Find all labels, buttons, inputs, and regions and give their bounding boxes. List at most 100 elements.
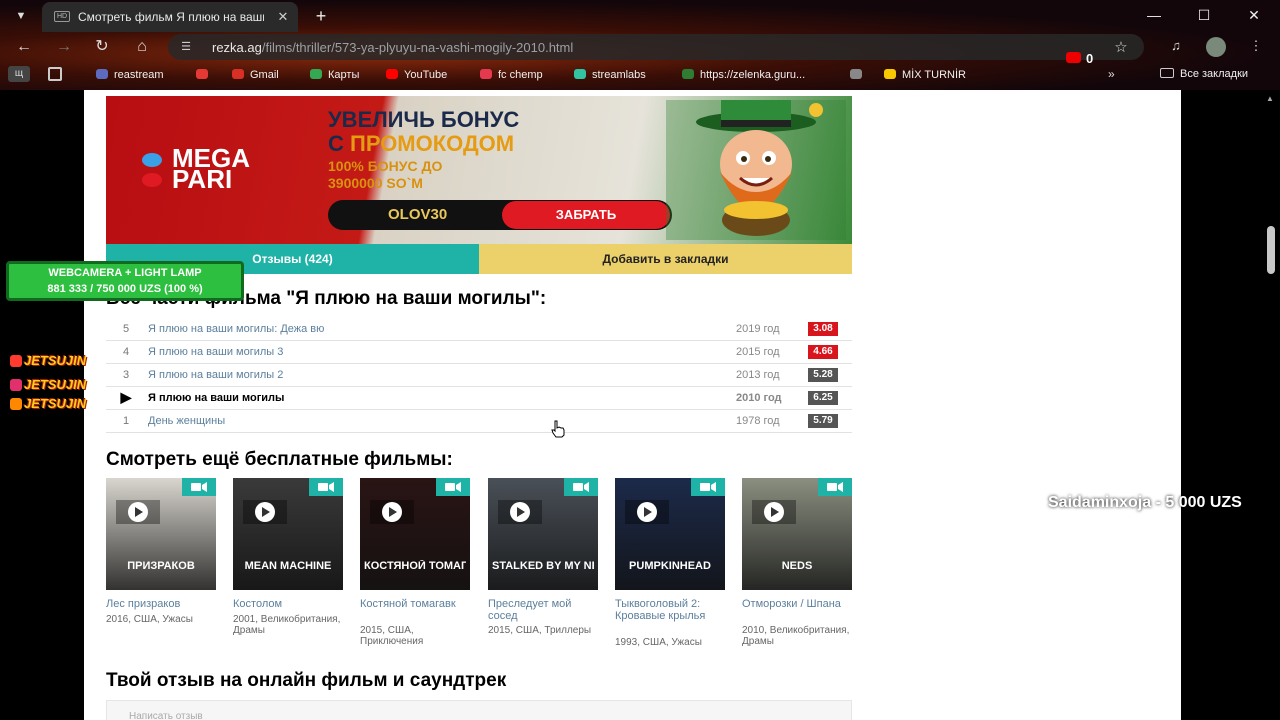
home-icon[interactable]: ⌂ — [130, 36, 154, 58]
franchise-part-number: 4 — [122, 346, 130, 358]
bookmark-item[interactable]: Gmail — [232, 68, 279, 82]
movie-poster[interactable]: ПРИЗРАКОВ — [106, 478, 216, 590]
franchise-row[interactable]: 5 Я плюю на ваши могилы: Дежа вю 2019 год 3… — [106, 318, 852, 341]
browser-tab-active[interactable]: HD Смотреть фильм Я плюю на ваши могилы … — [42, 2, 298, 32]
bookmark-favicon-icon — [310, 69, 322, 79]
movie-title-link[interactable]: Отморозки / Шпана — [742, 598, 852, 610]
window-maximize-icon[interactable]: ☐ — [1180, 0, 1228, 30]
movie-title-link[interactable]: Преследует мой сосед — [488, 598, 598, 622]
play-icon — [128, 502, 148, 522]
tab-title: Смотреть фильм Я плюю на ваши могилы — [78, 10, 264, 24]
movie-card[interactable]: MEAN MACHINE Костолом 2001, Великобритания… — [233, 478, 343, 658]
franchise-row[interactable]: 1 День женщины 1978 год 5.79 — [106, 410, 852, 433]
movie-poster[interactable]: STALKED BY MY NEIGHBOR — [488, 478, 598, 590]
bookmark-item[interactable]: reastream — [96, 68, 164, 82]
bookmark-item[interactable]: fc chemp — [480, 68, 543, 82]
movie-title-link[interactable]: Тыквоголовый 2: Кровавые крылья — [615, 598, 725, 622]
bookmark-favicon-icon — [196, 69, 208, 79]
kebab-menu-icon[interactable]: ⋮ — [1246, 38, 1266, 56]
play-button[interactable] — [498, 500, 542, 524]
logo-dot-red — [142, 173, 162, 187]
play-icon — [382, 502, 402, 522]
promo-code-pill: OLOV30 ЗАБРАТЬ — [328, 200, 672, 230]
bookmark-favicon-icon — [850, 69, 862, 79]
bookmark-label: fc chemp — [498, 69, 543, 81]
donation-alert: Saidaminxoja - 5 000 UZS — [1048, 494, 1242, 511]
play-button[interactable] — [243, 500, 287, 524]
banner-subheadline: 100% БОНУС ДО 3900000 SO`M — [328, 158, 588, 192]
franchise-rating-badge: 4.66 — [808, 345, 838, 359]
leprechaun-illustration-icon — [666, 100, 846, 240]
bookmark-favicon-icon — [574, 69, 586, 79]
new-tab-plus-icon[interactable]: + — [310, 5, 332, 27]
tab-search-chevron-icon[interactable]: ▼ — [10, 6, 32, 26]
more-bookmarks-chevron-icon[interactable]: » — [1108, 67, 1115, 81]
folder-icon — [1160, 68, 1174, 78]
media-control-icon[interactable]: ♫ — [1166, 38, 1186, 56]
bookmark-item[interactable] — [850, 68, 868, 82]
franchise-rating-badge: 5.79 — [808, 414, 838, 428]
forward-arrow-icon[interactable]: → — [52, 36, 76, 58]
review-input[interactable]: Написать отзыв — [106, 700, 852, 720]
bookmarks-bar: reastream Gmail Карты YouTube fc chemp stream… — [0, 62, 1280, 88]
bookmark-favicon-icon — [96, 69, 108, 79]
bookmark-item[interactable]: YouTube — [386, 68, 447, 82]
franchise-row[interactable]: 3 Я плюю на ваши могилы 2 2013 год 5.28 — [106, 364, 852, 387]
movie-title-link[interactable]: Костолом — [233, 598, 343, 610]
bookmark-item[interactable]: MİX TURNİR — [884, 68, 966, 82]
all-bookmarks-label: Все закладки — [1180, 68, 1249, 80]
bookmark-item[interactable]: streamlabs — [574, 68, 646, 82]
url-text[interactable]: rezka.ag/films/thriller/573-ya-plyuyu-na… — [212, 40, 573, 55]
logo-dot-blue — [142, 153, 162, 167]
window-minimize-icon[interactable]: — — [1130, 0, 1178, 30]
reload-icon[interactable]: ↻ — [90, 36, 114, 58]
more-films-heading: Смотреть ещё бесплатные фильмы: — [106, 449, 453, 470]
claim-bonus-button[interactable]: ЗАБРАТЬ — [502, 201, 670, 229]
movie-poster[interactable]: MEAN MACHINE — [233, 478, 343, 590]
bookmark-item[interactable] — [196, 68, 214, 82]
franchise-rating-badge: 5.28 — [808, 368, 838, 382]
tab-close-icon[interactable]: ✕ — [274, 8, 292, 26]
site-settings-icon[interactable]: ☰ — [178, 39, 194, 55]
movie-card[interactable]: КОСТЯНОЙ ТОМАГАВК Костяной томагавк 2015, … — [360, 478, 470, 658]
ad-banner[interactable]: MEGA PARI УВЕЛИЧЬ БОНУС С ПРОМОКОДОМ 100… — [106, 96, 852, 244]
movie-poster[interactable]: PUMPKINHEAD — [615, 478, 725, 590]
play-button[interactable] — [370, 500, 414, 524]
movie-poster[interactable]: NEDS — [742, 478, 852, 590]
banner-headline-highlight: ПРОМОКОДОМ — [350, 131, 515, 156]
banner-headline: УВЕЛИЧЬ БОНУС С ПРОМОКОДОМ — [328, 108, 628, 156]
back-arrow-icon[interactable]: ← — [12, 36, 36, 58]
video-camera-icon — [436, 478, 470, 496]
movie-title-link[interactable]: Костяной томагавк — [360, 598, 470, 610]
play-button[interactable] — [116, 500, 160, 524]
franchise-part-number: ▶ — [120, 389, 132, 405]
franchise-row-current[interactable]: ▶ Я плюю на ваши могилы 2010 год 6.25 — [106, 387, 852, 410]
movie-card[interactable]: NEDS Отморозки / Шпана 2010, Великобритани… — [742, 478, 852, 658]
banner-headline-prefix: С — [328, 131, 350, 156]
movie-card[interactable]: STALKED BY MY NEIGHBOR Преследует мой сос… — [488, 478, 598, 658]
movie-card[interactable]: PUMPKINHEAD Тыквоголовый 2: Кровавые крыл… — [615, 478, 725, 658]
all-bookmarks-button[interactable]: Все закладки — [1160, 68, 1248, 80]
franchise-part-number: 1 — [122, 415, 130, 427]
bookmark-star-icon[interactable]: ☆ — [1112, 38, 1130, 56]
movie-title-link[interactable]: Лес призраков — [106, 598, 216, 610]
scroll-thumb[interactable] — [1267, 226, 1275, 274]
movie-poster[interactable]: КОСТЯНОЙ ТОМАГАВК — [360, 478, 470, 590]
bookmark-item[interactable]: Карты — [310, 68, 359, 82]
add-bookmark-button[interactable]: Добавить в закладки — [479, 244, 852, 274]
movie-card[interactable]: ПРИЗРАКОВ Лес призраков 2016, США, Ужасы — [106, 478, 216, 658]
play-button[interactable] — [625, 500, 669, 524]
poster-title-art: PUMPKINHEAD — [629, 560, 711, 572]
bookmark-item[interactable]: https://zelenka.guru... — [682, 68, 805, 82]
scroll-up-arrow-icon[interactable]: ▲ — [1266, 94, 1274, 103]
play-button[interactable] — [752, 500, 796, 524]
streamer-handle: JETSUJIN — [8, 377, 100, 395]
banner-headline-line2: С ПРОМОКОДОМ — [328, 132, 628, 156]
address-bar[interactable]: ☰ rezka.ag/films/thriller/573-ya-plyuyu-… — [168, 34, 1144, 60]
franchise-title-link: Я плюю на ваши могилы 3 — [148, 346, 284, 358]
profile-avatar[interactable] — [1206, 37, 1226, 57]
bookmark-label: Карты — [328, 69, 360, 81]
streamer-name: JETSUJIN — [24, 377, 87, 392]
movie-meta: 2016, США, Ужасы — [106, 614, 193, 625]
franchise-row[interactable]: 4 Я плюю на ваши могилы 3 2015 год 4.66 — [106, 341, 852, 364]
